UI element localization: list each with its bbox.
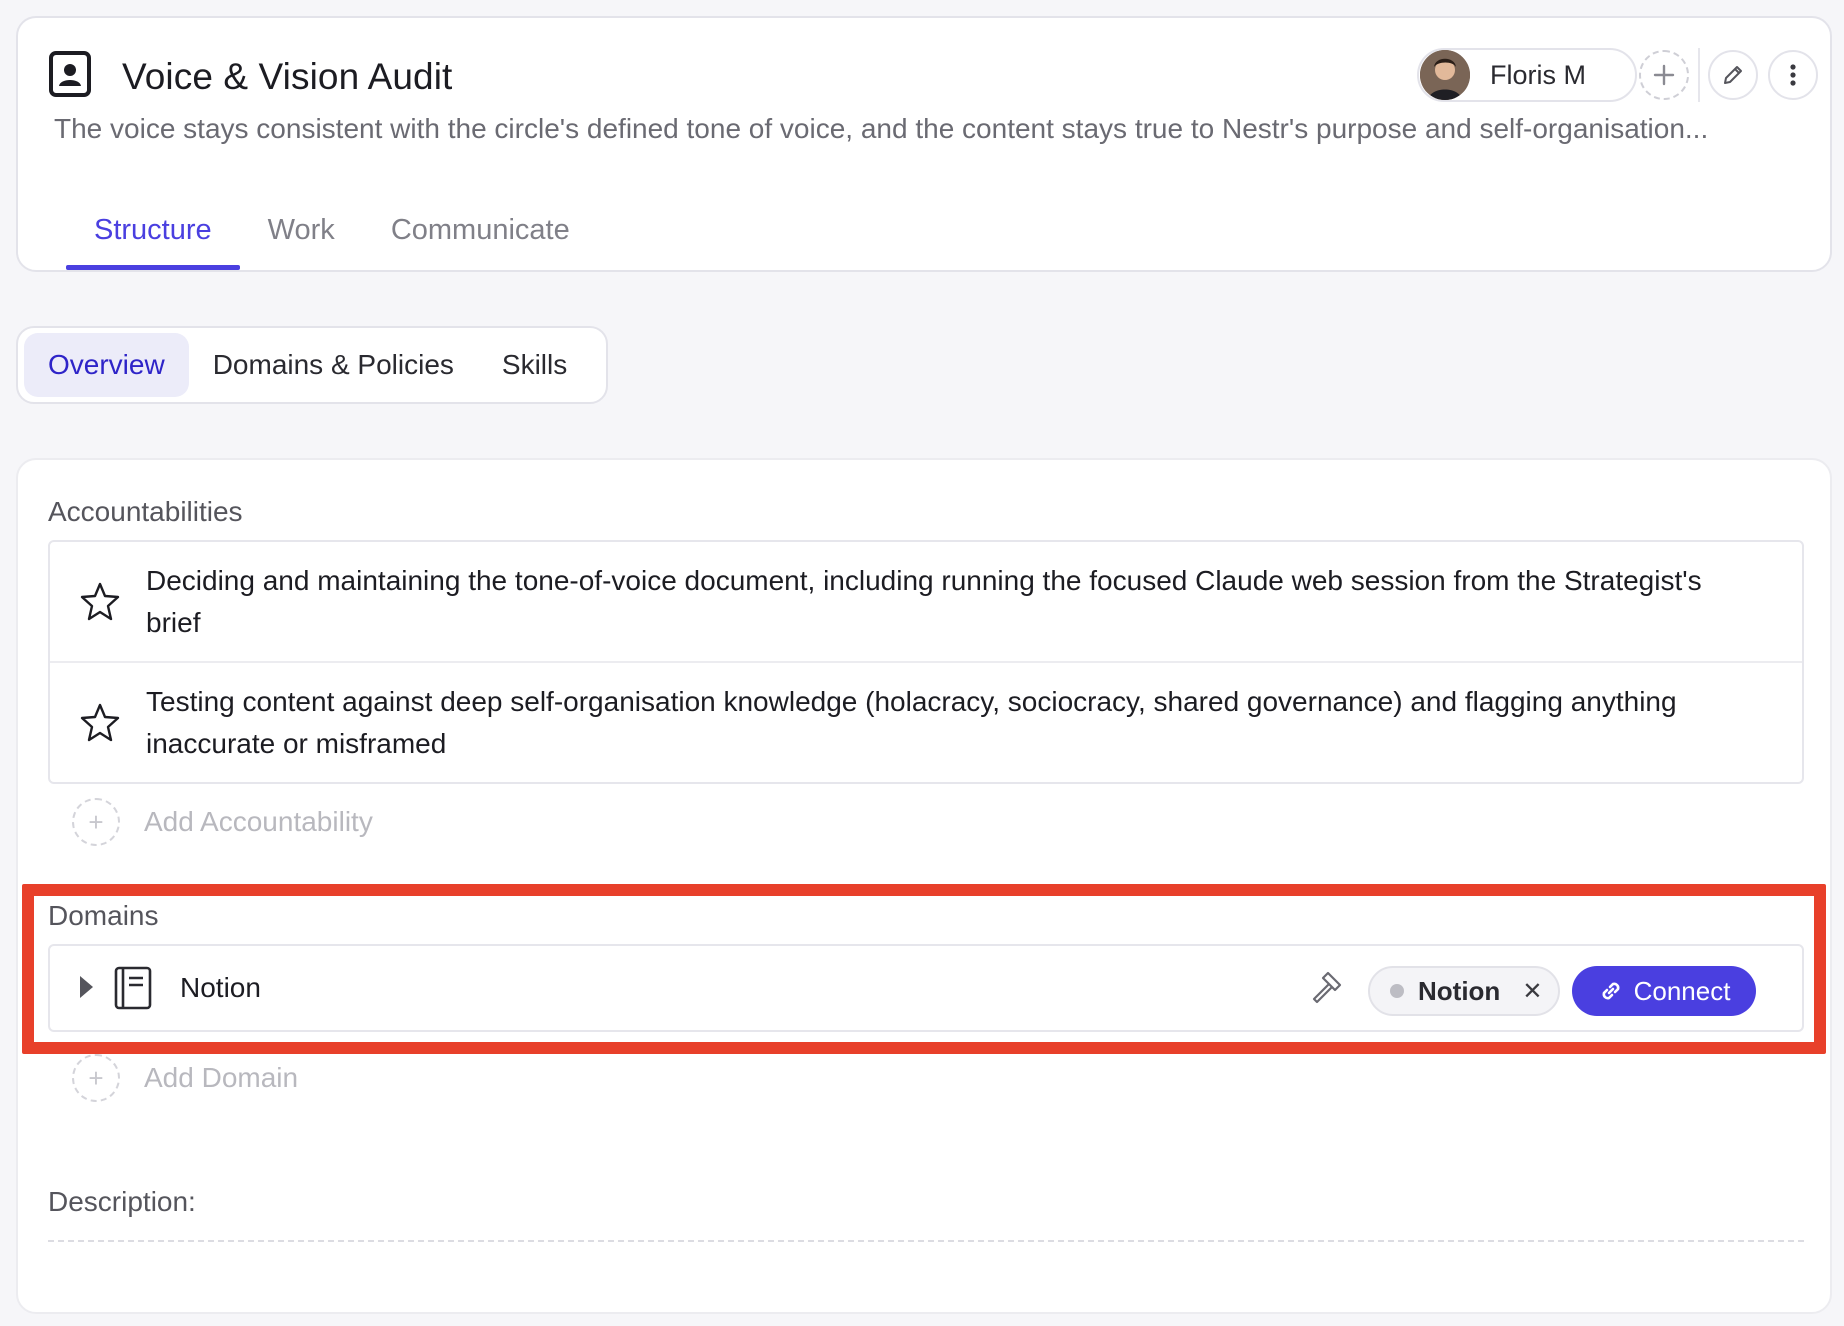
more-options-button[interactable]: [1768, 50, 1818, 100]
accountabilities-list: Deciding and maintaining the tone-of-voi…: [48, 540, 1804, 784]
close-icon[interactable]: ✕: [1522, 977, 1542, 1006]
tool-chip[interactable]: Notion ✕: [1368, 966, 1560, 1016]
domain-name: Notion: [180, 972, 261, 1003]
main-tabs: Structure Work Communicate: [66, 208, 598, 274]
role-header: Voice & Vision Audit The voice stays con…: [16, 16, 1832, 272]
description-field[interactable]: [48, 1240, 1804, 1242]
page-title: Voice & Vision Audit: [122, 56, 453, 97]
more-vertical-icon: [1790, 64, 1796, 86]
add-accountability-label: Add Accountability: [144, 806, 373, 837]
assignee-name: Floris M: [1490, 59, 1586, 90]
domains-heading: Domains: [48, 900, 159, 931]
tab-work[interactable]: Work: [240, 208, 363, 272]
subtab-overview[interactable]: Overview: [24, 333, 189, 397]
subtab-domains-policies[interactable]: Domains & Policies: [189, 333, 478, 397]
add-domain-button[interactable]: + Add Domain: [72, 1054, 298, 1102]
accountability-text: Testing content against deep self-organi…: [146, 686, 1677, 759]
add-domain-label: Add Domain: [144, 1062, 299, 1093]
header-divider: [1698, 48, 1700, 102]
add-assignee-button[interactable]: [1639, 50, 1689, 100]
plus-icon: [1653, 64, 1675, 86]
add-accountability-button[interactable]: + Add Accountability: [72, 798, 373, 846]
overview-panel: Accountabilities Deciding and maintainin…: [16, 458, 1832, 1314]
star-icon[interactable]: [78, 701, 122, 745]
subtab-skills[interactable]: Skills: [478, 333, 591, 397]
pencil-icon: [1724, 66, 1742, 84]
edit-button[interactable]: [1708, 50, 1758, 100]
star-icon[interactable]: [78, 580, 122, 624]
role-purpose[interactable]: The voice stays consistent with the circ…: [54, 113, 1814, 145]
plus-icon: +: [72, 798, 120, 846]
caret-right-icon[interactable]: [80, 976, 93, 998]
link-icon: [1602, 982, 1620, 1000]
connect-label: Connect: [1633, 975, 1731, 1006]
tool-name: Notion: [1418, 975, 1501, 1006]
book-icon: [114, 966, 152, 1010]
plus-icon: +: [72, 1054, 120, 1102]
description-heading: Description:: [48, 1186, 196, 1217]
accountability-text: Deciding and maintaining the tone-of-voi…: [146, 565, 1702, 638]
list-item[interactable]: Testing content against deep self-organi…: [50, 663, 1802, 782]
assignee-chip[interactable]: Floris M: [1417, 48, 1637, 102]
domain-row[interactable]: Notion Notion ✕ Connect: [48, 944, 1804, 1032]
gavel-icon[interactable]: [1308, 968, 1348, 1008]
role-icon: [49, 51, 91, 97]
tab-communicate[interactable]: Communicate: [363, 208, 598, 272]
accountabilities-heading: Accountabilities: [48, 496, 243, 527]
connect-button[interactable]: Connect: [1572, 966, 1756, 1016]
tab-structure[interactable]: Structure: [66, 208, 240, 272]
status-dot: [1390, 984, 1404, 998]
list-item[interactable]: Deciding and maintaining the tone-of-voi…: [50, 542, 1802, 663]
avatar: [1420, 50, 1470, 100]
sub-tabs: Overview Domains & Policies Skills: [16, 326, 608, 404]
